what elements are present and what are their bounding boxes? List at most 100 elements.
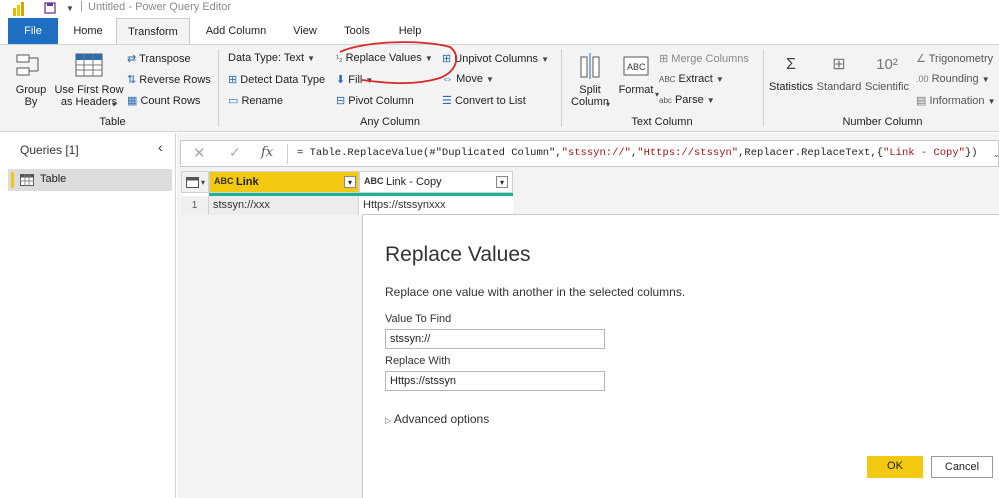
convert-to-list-button[interactable]: ☰ Convert to List (442, 94, 526, 107)
formula-bar: ✕ ✓ fx = Table.ReplaceValue(#"Duplicated… (180, 140, 999, 167)
count-rows-button[interactable]: ▦ Count Rows (127, 94, 200, 107)
formula-input[interactable]: = Table.ReplaceValue(#"Duplicated Column… (297, 147, 978, 159)
reverse-rows-button[interactable]: ⇅ Reverse Rows (127, 73, 211, 86)
statistics-sigma-icon: Σ (786, 56, 796, 73)
query-item-label: Table (40, 173, 67, 185)
queries-pane-title: Queries [1] (20, 143, 79, 157)
reverse-rows-icon: ⇅ (127, 74, 137, 86)
confirm-formula-check-icon[interactable]: ✓ (229, 144, 241, 161)
group-by-icon (16, 54, 39, 76)
value-to-find-label: Value To Find (385, 313, 452, 325)
title-bar: ▼ | Untitled - Power Query Editor (0, 0, 999, 18)
chevron-down-icon: ▼ (706, 96, 715, 105)
text-type-abc-icon[interactable]: ABC (364, 176, 384, 186)
use-first-row-dropdown-icon[interactable]: ▾ (112, 100, 116, 109)
chevron-down-icon: ▼ (987, 97, 996, 106)
row-number[interactable]: 1 (181, 196, 209, 215)
highlight-circle-annotation (339, 41, 458, 85)
dialog-title: Replace Values (385, 243, 531, 266)
table-cell[interactable]: Https://stssynxxx (359, 196, 513, 215)
standard-button[interactable]: ⊞ Standard (816, 51, 862, 93)
table-icon (20, 174, 34, 186)
group-label-table: Table (99, 116, 126, 128)
table-cell[interactable]: stssyn://xxx (209, 196, 359, 215)
group-by-button[interactable]: Group By (14, 51, 48, 108)
transpose-button[interactable]: ⇄ Transpose (127, 52, 191, 65)
quick-access-dropdown-icon[interactable]: ▼ (66, 4, 74, 13)
rounding-icon: .00 (916, 74, 929, 84)
cancel-formula-x-icon[interactable]: ✕ (193, 144, 206, 162)
dialog-description: Replace one value with another in the se… (385, 285, 686, 299)
svg-text:ABC: ABC (627, 62, 646, 72)
extract-abc-123-icon: ABC (659, 75, 676, 84)
tab-home[interactable]: Home (62, 18, 114, 44)
window-title: Untitled - Power Query Editor (88, 1, 232, 13)
table-row: 1 stssyn://xxx Https://stssynxxx (181, 196, 513, 215)
advanced-options-toggle[interactable]: ▷ Advanced options (385, 412, 489, 426)
convert-to-list-icon: ☰ (442, 95, 452, 107)
split-column-button[interactable]: Split Column (569, 51, 611, 108)
table-header-icon (75, 53, 103, 77)
tab-file[interactable]: File (8, 18, 58, 44)
column-filter-dropdown-icon[interactable]: ▾ (496, 176, 508, 188)
replace-with-input[interactable]: Https://stssyn (385, 371, 605, 391)
group-label-number-column: Number Column (842, 116, 923, 128)
trigonometry-icon: ∠ (916, 53, 926, 65)
split-column-dropdown-icon[interactable]: ▾ (606, 100, 610, 109)
column-header-link[interactable]: ABC Link ▾ (209, 171, 359, 193)
information-button[interactable]: ▤ Information ▼ (916, 94, 995, 107)
fx-icon[interactable]: fx (261, 145, 273, 160)
save-icon[interactable] (44, 2, 56, 14)
extract-button[interactable]: ABC Extract ▼ (659, 73, 724, 85)
expand-triangle-icon: ▷ (385, 416, 392, 425)
data-grid: ▾ ABC Link ▾ ABC Link - Copy ▾ 1 stssyn:… (181, 171, 513, 215)
standard-operators-icon: ⊞ (832, 56, 846, 73)
format-button[interactable]: ABC Format (617, 51, 655, 96)
column-header-link-copy[interactable]: ABC Link - Copy ▾ (359, 171, 513, 193)
cancel-button[interactable]: Cancel (931, 456, 993, 478)
parse-button[interactable]: abc Parse ▼ (659, 94, 715, 106)
data-type-dropdown[interactable]: Data Type: Text ▼ (228, 52, 315, 64)
tab-transform[interactable]: Transform (116, 18, 190, 44)
rename-icon: ▭ (228, 95, 239, 107)
group-label-text-column: Text Column (631, 116, 693, 128)
queries-pane: Queries [1] ‹ Table (0, 133, 176, 498)
text-type-abc-icon[interactable]: ABC (214, 176, 234, 186)
merge-columns-button[interactable]: ⊞ Merge Columns (659, 52, 749, 65)
chevron-down-icon: ▼ (541, 55, 550, 64)
statistics-button[interactable]: Σ Statistics (768, 51, 814, 93)
scientific-power-icon: 10² (876, 56, 898, 73)
ribbon-tab-bar: File Home Transform Add Column View Tool… (0, 18, 999, 44)
query-item-table[interactable]: Table (8, 169, 172, 191)
chevron-down-icon: ▼ (715, 75, 724, 84)
column-header-label: Link (236, 176, 259, 188)
column-header-label: Link - Copy (386, 176, 442, 188)
transpose-icon: ⇄ (127, 53, 137, 65)
pivot-column-button[interactable]: ⊟ Pivot Column (336, 94, 414, 107)
expand-formula-chevron-icon[interactable]: ⌄ (993, 150, 999, 159)
chevron-down-icon: ▼ (486, 75, 494, 84)
detect-data-type-icon: ⊞ (228, 74, 238, 86)
tab-add-column[interactable]: Add Column (196, 18, 276, 44)
chevron-down-icon: ▼ (981, 75, 990, 84)
rounding-button[interactable]: .00 Rounding ▼ (916, 73, 990, 85)
merge-columns-icon: ⊞ (659, 53, 669, 65)
rename-button[interactable]: ▭ Rename (228, 94, 283, 107)
table-menu-icon (186, 177, 199, 188)
ribbon: Group By Use First Row as Headers ▾ ⇄ Tr… (0, 41, 999, 132)
trigonometry-button[interactable]: ∠ Trigonometry (916, 52, 993, 65)
information-icon: ▤ (916, 95, 927, 107)
pivot-column-icon: ⊟ (336, 95, 346, 107)
value-to-find-input[interactable]: stssyn:// (385, 329, 605, 349)
column-filter-dropdown-icon[interactable]: ▾ (344, 176, 356, 188)
scientific-button[interactable]: 10² Scientific (864, 51, 910, 93)
ok-button[interactable]: OK (867, 456, 923, 478)
table-menu-button[interactable]: ▾ (181, 171, 209, 193)
power-bi-logo-icon (13, 2, 24, 16)
replace-with-label: Replace With (385, 355, 451, 367)
detect-data-type-button[interactable]: ⊞ Detect Data Type (228, 73, 325, 86)
replace-values-dialog: Replace Values Replace one value with an… (362, 214, 999, 498)
format-abc-icon: ABC (623, 56, 649, 76)
collapse-pane-chevron-left-icon[interactable]: ‹ (158, 139, 163, 155)
group-label-any-column: Any Column (360, 116, 420, 128)
